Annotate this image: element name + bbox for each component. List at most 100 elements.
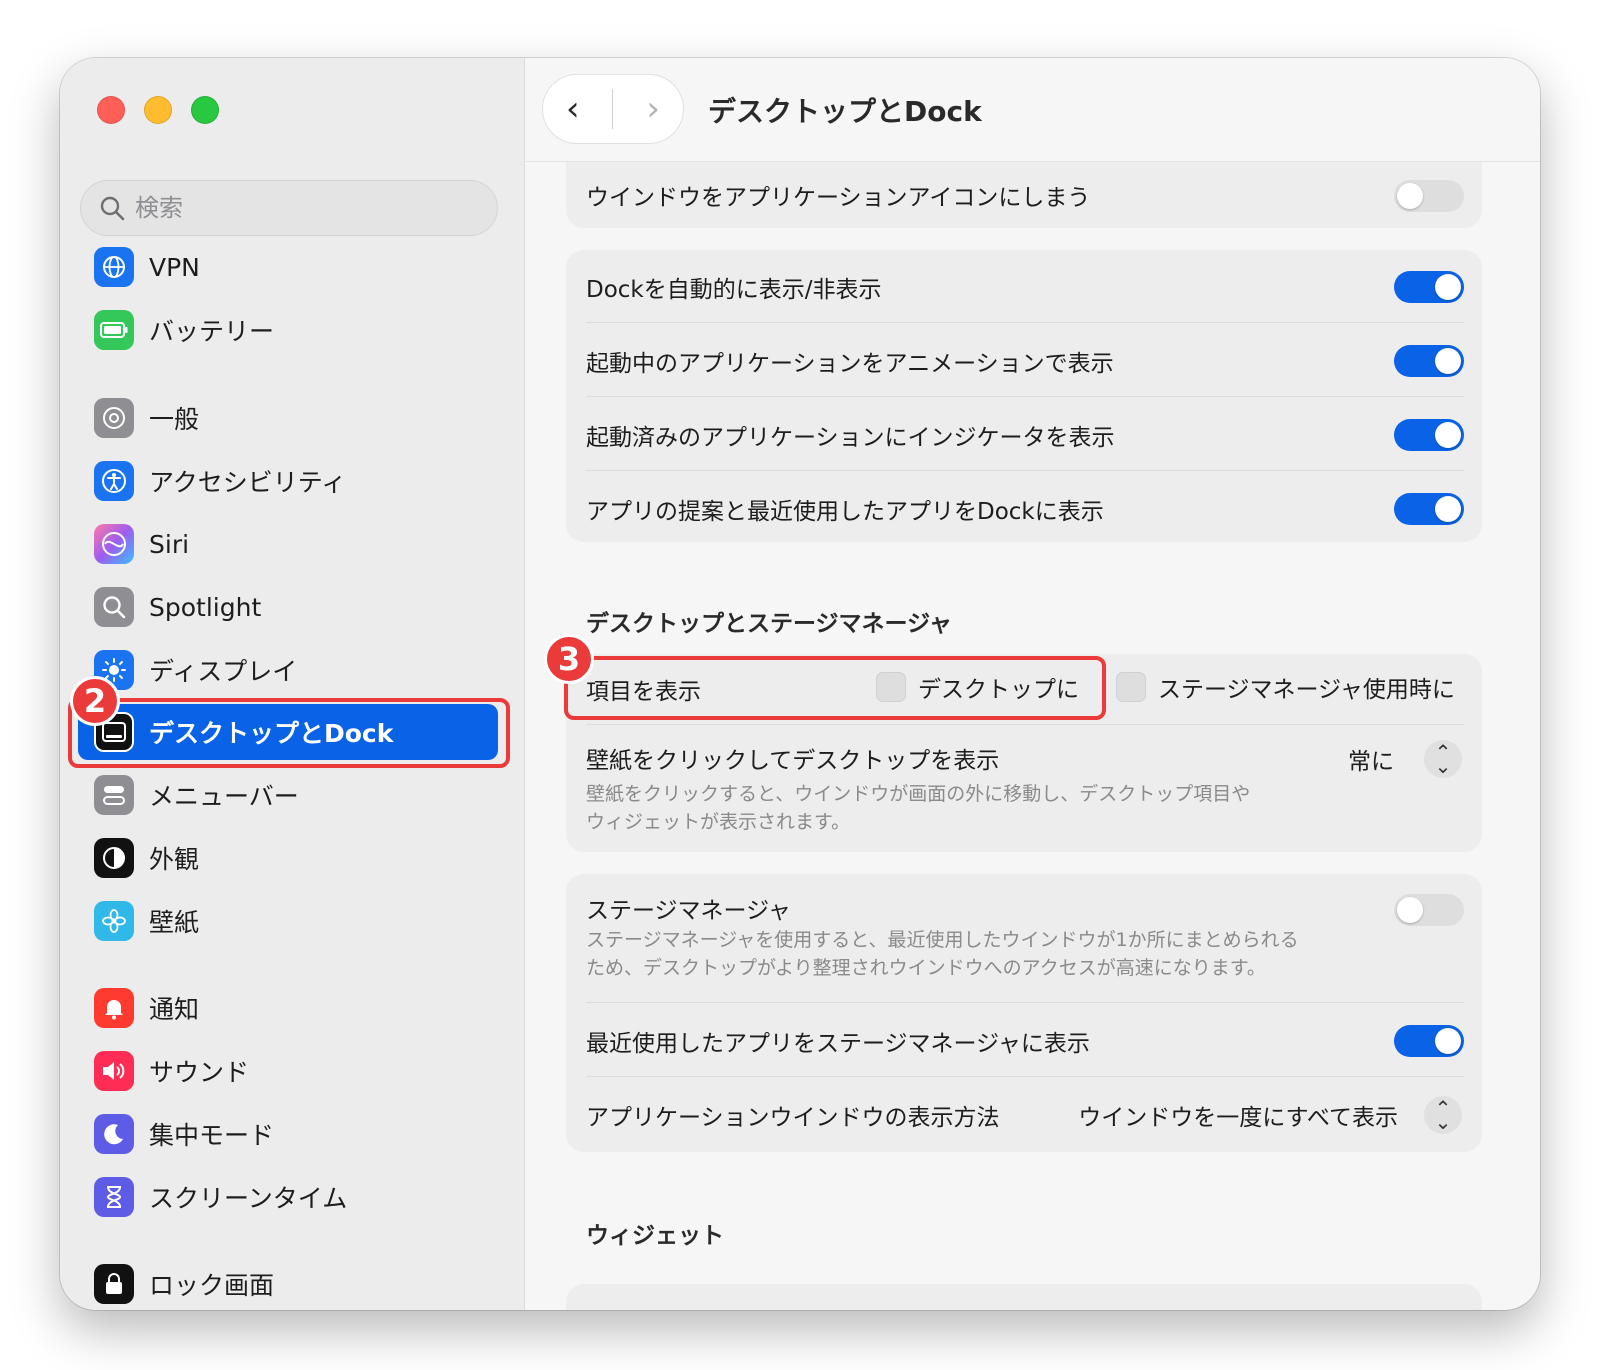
sidebar-item-accessibility[interactable]: アクセシビリティ: [78, 453, 498, 509]
forward-button[interactable]: ›: [633, 89, 673, 129]
sidebar-item-battery[interactable]: バッテリー: [78, 302, 498, 358]
app-windows-popup[interactable]: ウインドウを一度にすべて表示 ⌃ ⌄: [1078, 1096, 1462, 1134]
row-suggested-apps: アプリの提案と最近使用したアプリをDockに表示: [586, 484, 1464, 534]
sidebar-item-label: ロック画面: [149, 1271, 275, 1300]
sidebar-item-spotlight[interactable]: Spotlight: [78, 579, 498, 635]
row-minimize-to-icon: ウインドウをアプリケーションアイコンにしまう: [586, 172, 1464, 218]
sidebar-item-general[interactable]: 一般: [78, 390, 498, 446]
navigation-buttons: ‹ ›: [542, 74, 684, 144]
gear-icon: [94, 398, 134, 438]
sidebar-item-label: 一般: [149, 405, 200, 434]
popup-value: ウインドウを一度にすべて表示: [1078, 1105, 1398, 1131]
row-dock-autohide: Dockを自動的に表示/非表示: [586, 262, 1464, 312]
row-divider: [586, 724, 1464, 725]
row-label: Dockを自動的に表示/非表示: [586, 277, 882, 303]
main-pane: ‹ › デスクトップとDock ウインドウをアプリケーションアイコンにしまう D…: [526, 58, 1540, 1310]
row-label: アプリケーションウインドウの表示方法: [586, 1105, 1000, 1131]
window-controls: [97, 96, 219, 124]
stage-manager-description: ステージマネージャを使用すると、最近使用したウインドウが1か所にまとめられる た…: [586, 926, 1366, 982]
sidebar-item-label: 集中モード: [149, 1121, 275, 1150]
settings-window: VPN バッテリー 一般 アクセシビリティ Siri: [60, 58, 1540, 1310]
sidebar-item-label: Spotlight: [149, 592, 262, 622]
suggested-apps-toggle[interactable]: [1394, 493, 1464, 525]
description-line: ため、デスクトップがより整理されウインドウへのアクセスが高速になります。: [586, 957, 1266, 979]
sidebar-item-screentime[interactable]: スクリーンタイム: [78, 1169, 498, 1225]
row-label: 起動中のアプリケーションをアニメーションで表示: [586, 351, 1114, 377]
sidebar-item-label: サウンド: [149, 1058, 250, 1087]
row-recent-apps-stage: 最近使用したアプリをステージマネージャに表示: [586, 1016, 1464, 1066]
stage-manager-toggle[interactable]: [1394, 894, 1464, 926]
sidebar-item-label: 通知: [149, 995, 200, 1024]
sidebar-item-label: アクセシビリティ: [149, 468, 347, 497]
zoom-button[interactable]: [191, 96, 219, 124]
back-button[interactable]: ‹: [553, 89, 593, 129]
show-indicators-toggle[interactable]: [1394, 419, 1464, 451]
row-label: ステージマネージャ: [586, 898, 791, 924]
row-divider: [586, 396, 1464, 397]
annotation-step2-badge: 2: [70, 676, 120, 726]
flower-icon: [94, 901, 134, 941]
description-line: ウィジェットが表示されます。: [586, 811, 851, 833]
show-items-stage-checkbox[interactable]: [1116, 672, 1146, 702]
chevron-updown-icon: ⌃ ⌄: [1424, 1096, 1462, 1134]
moon-icon: [94, 1114, 134, 1154]
sidebar-item-notifications[interactable]: 通知: [78, 980, 498, 1036]
click-wallpaper-popup[interactable]: 常に ⌃ ⌄: [1348, 740, 1462, 778]
sidebar-item-siri[interactable]: Siri: [78, 516, 498, 572]
speaker-icon: [94, 1051, 134, 1091]
sidebar-item-display[interactable]: ディスプレイ: [78, 642, 498, 698]
row-divider: [586, 1076, 1464, 1077]
row-divider: [586, 1002, 1464, 1003]
card-minimize: ウインドウをアプリケーションアイコンにしまう: [566, 162, 1482, 228]
search-field[interactable]: [80, 180, 498, 236]
card-stage-manager: ステージマネージャ ステージマネージャを使用すると、最近使用したウインドウが1か…: [566, 874, 1482, 1152]
sidebar-item-label: バッテリー: [149, 317, 275, 346]
search-input[interactable]: [135, 194, 475, 222]
sidebar-item-appearance[interactable]: 外観: [78, 830, 498, 886]
siri-icon: [94, 524, 134, 564]
row-label: ウインドウをアプリケーションアイコンにしまう: [586, 185, 1091, 211]
row-divider: [586, 322, 1464, 323]
sidebar-item-lockscreen[interactable]: ロック画面: [78, 1256, 498, 1310]
sidebar-item-label: VPN: [149, 252, 200, 282]
sidebar-item-focus[interactable]: 集中モード: [78, 1106, 498, 1162]
row-divider: [586, 470, 1464, 471]
annotation-highlight-step3: [564, 656, 1106, 720]
sidebar-item-wallpaper[interactable]: 壁紙: [78, 893, 498, 949]
toolbar: ‹ › デスクトップとDock: [526, 58, 1540, 162]
recent-apps-stage-toggle[interactable]: [1394, 1025, 1464, 1057]
dock-autohide-toggle[interactable]: [1394, 271, 1464, 303]
annotation-step3-badge: 3: [544, 634, 594, 684]
minimize-to-icon-toggle[interactable]: [1394, 180, 1464, 212]
sidebar-item-menubar[interactable]: メニューバー: [78, 767, 498, 823]
sidebar-item-vpn[interactable]: VPN: [78, 239, 498, 295]
hourglass-icon: [94, 1177, 134, 1217]
sidebar-item-label: スクリーンタイム: [149, 1184, 348, 1213]
chevron-updown-icon: ⌃ ⌄: [1424, 740, 1462, 778]
accessibility-icon: [94, 461, 134, 501]
show-items-stage-option[interactable]: ステージマネージャ使用時に: [1116, 670, 1455, 704]
row-stage-manager: ステージマネージャ: [586, 890, 1464, 926]
globe-icon: [94, 247, 134, 287]
animate-launch-toggle[interactable]: [1394, 345, 1464, 377]
page-title: デスクトップとDock: [708, 95, 982, 128]
nav-divider: [612, 89, 614, 129]
sidebar: VPN バッテリー 一般 アクセシビリティ Siri: [60, 58, 525, 1310]
minimize-button[interactable]: [144, 96, 172, 124]
sidebar-item-sound[interactable]: サウンド: [78, 1043, 498, 1099]
card-widgets: [566, 1284, 1482, 1310]
lock-icon: [94, 1264, 134, 1304]
row-animate-launch: 起動中のアプリケーションをアニメーションで表示: [586, 336, 1464, 386]
card-dock: Dockを自動的に表示/非表示 起動中のアプリケーションをアニメーションで表示 …: [566, 250, 1482, 542]
section-title-desktop-stage: デスクトップとステージマネージャ: [586, 611, 952, 637]
row-label: 壁紙をクリックしてデスクトップを表示: [586, 748, 1000, 774]
sidebar-item-label: メニューバー: [149, 782, 299, 811]
close-button[interactable]: [97, 96, 125, 124]
appearance-icon: [94, 838, 134, 878]
sidebar-item-label: 壁紙: [149, 908, 200, 937]
sidebar-item-label: Siri: [149, 529, 190, 559]
bell-icon: [94, 988, 134, 1028]
row-label: アプリの提案と最近使用したアプリをDockに表示: [586, 499, 1104, 525]
magnifier-icon: [94, 587, 134, 627]
annotation-highlight-step2: [68, 698, 510, 768]
